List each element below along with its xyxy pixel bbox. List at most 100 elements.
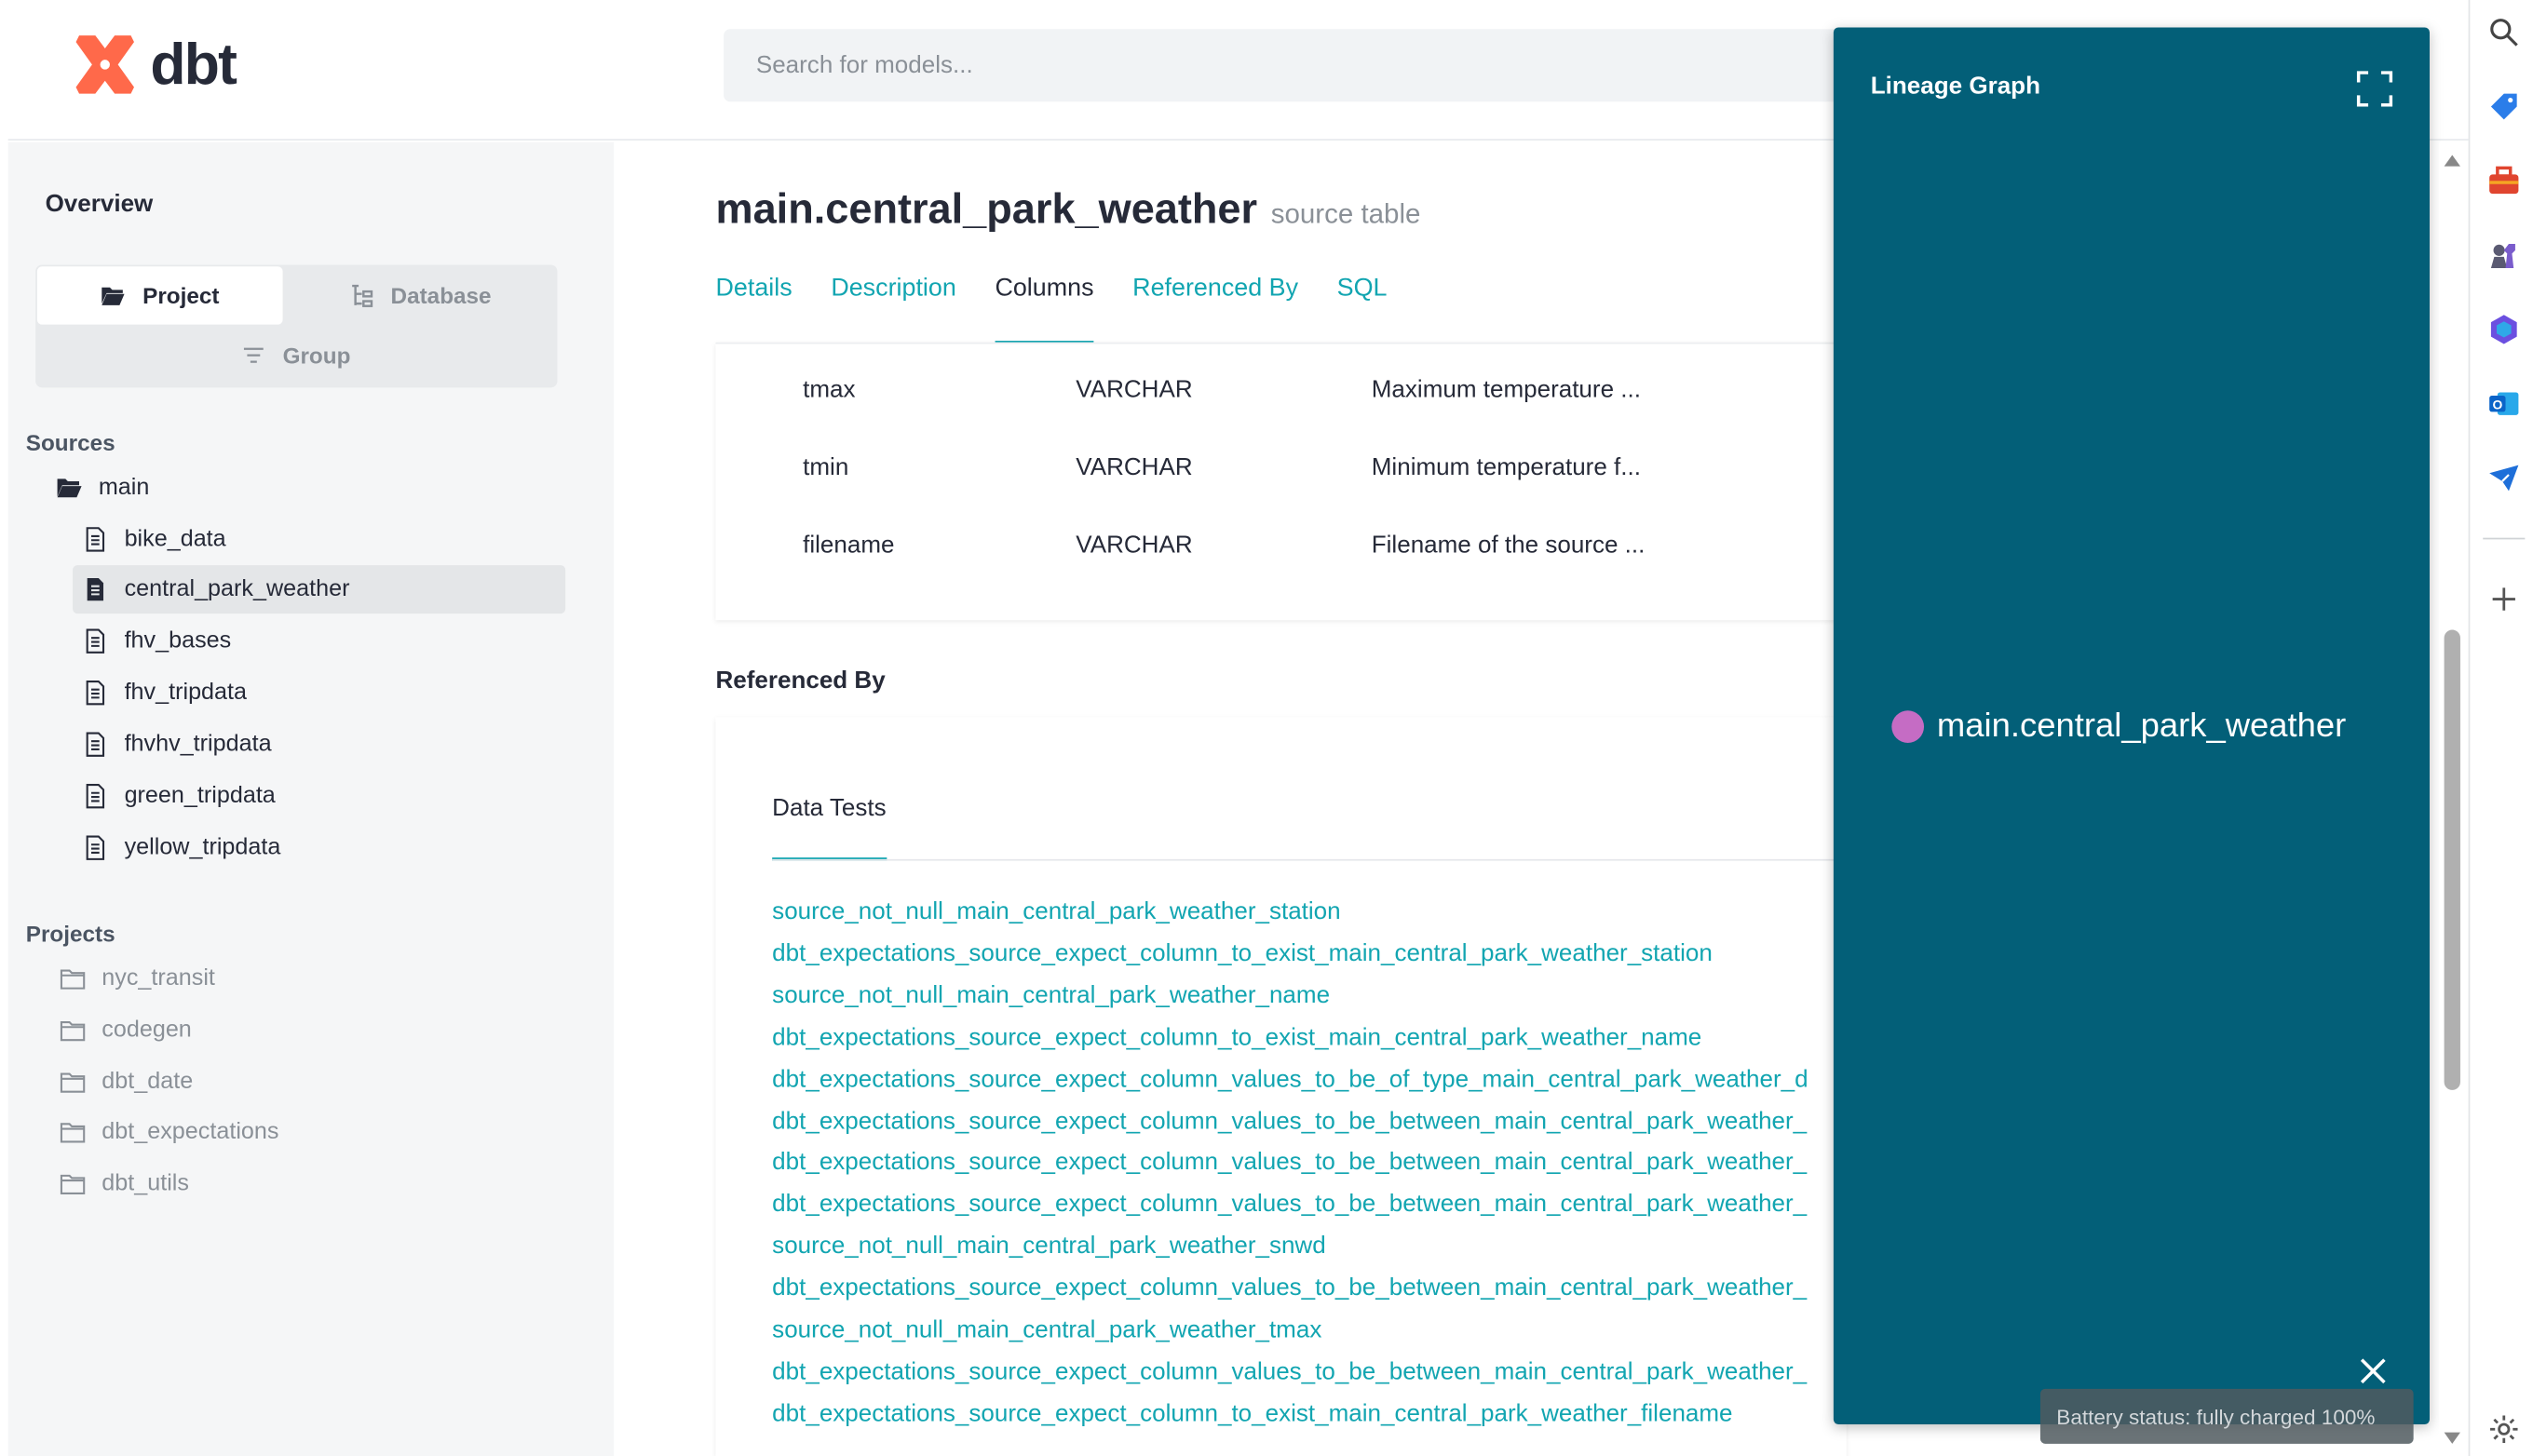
column-type: VARCHAR [1076, 531, 1193, 559]
group-view-button[interactable]: Group [37, 326, 554, 384]
tab-details[interactable]: Details [715, 275, 792, 344]
folder-open-icon [101, 283, 127, 309]
table-row[interactable]: filename VARCHAR Filename of the source … [715, 508, 1846, 586]
test-link[interactable]: dbt_expectations_source_expect_column_va… [772, 1058, 1847, 1100]
file-filled-icon [82, 576, 108, 602]
database-label: Database [390, 282, 492, 309]
test-link[interactable]: source_not_null_main_central_park_weathe… [772, 975, 1847, 1017]
project-item-nyc-transit[interactable]: nyc_transit [60, 954, 215, 1003]
filter-lines-icon [240, 343, 266, 369]
source-folder-label: main [98, 475, 150, 501]
project-item-label: dbt_date [102, 1069, 194, 1096]
source-item-fhv-tripdata[interactable]: fhv_tripdata [82, 668, 247, 717]
file-icon [82, 783, 108, 809]
source-item-fhv-bases[interactable]: fhv_bases [82, 617, 231, 666]
view-switcher: Project Database Group [35, 264, 558, 388]
dbt-logo-icon [70, 29, 141, 100]
source-folder-main[interactable]: main [57, 464, 150, 512]
test-link[interactable]: dbt_expectations_source_expect_column_va… [772, 1100, 1847, 1142]
app-root: dbt Overview Project Database [0, 0, 2533, 1456]
svg-text:O: O [2492, 398, 2502, 412]
expand-icon[interactable] [2355, 70, 2394, 109]
project-item-dbt-date[interactable]: dbt_date [60, 1058, 193, 1106]
test-link[interactable]: dbt_expectations_source_expect_column_to… [772, 1017, 1847, 1058]
project-item-label: dbt_expectations [102, 1119, 279, 1145]
test-link[interactable]: source_not_null_main_central_park_weathe… [772, 892, 1847, 934]
scrollbar-thumb[interactable] [2444, 629, 2460, 1090]
main-content: main.central_park_weather source table D… [715, 142, 1847, 1456]
send-plane-icon[interactable] [2487, 462, 2520, 494]
data-tests-list: source_not_null_main_central_park_weathe… [772, 892, 1847, 1436]
resource-type-label: source table [1270, 198, 1421, 230]
source-item-fhvhv-tripdata[interactable]: fhvhv_tripdata [82, 721, 272, 769]
test-link[interactable]: dbt_expectations_source_expect_column_va… [772, 1184, 1847, 1226]
project-item-dbt-utils[interactable]: dbt_utils [60, 1160, 189, 1208]
lineage-graph-title: Lineage Graph [1870, 73, 2040, 101]
referenced-by-card: Data Tests source_not_null_main_central_… [715, 717, 1847, 1456]
sidebar: Overview Project Database Group Sources … [7, 142, 615, 1456]
tab-referenced-by[interactable]: Referenced By [1132, 275, 1298, 344]
project-item-label: codegen [102, 1017, 192, 1044]
project-item-codegen[interactable]: codegen [60, 1006, 192, 1055]
project-item-label: dbt_utils [102, 1170, 189, 1197]
test-link[interactable]: dbt_expectations_source_expect_column_to… [772, 933, 1847, 975]
source-item-label: central_park_weather [124, 576, 350, 603]
copilot-icon[interactable] [2487, 314, 2520, 346]
tab-sql[interactable]: SQL [1337, 275, 1388, 344]
tab-columns[interactable]: Columns [995, 275, 1094, 344]
source-item-central-park-weather[interactable]: central_park_weather [73, 565, 566, 614]
tag-icon[interactable] [2487, 90, 2520, 123]
folder-icon [60, 1018, 86, 1044]
table-row[interactable]: tmax VARCHAR Maximum temperature ... [715, 354, 1846, 431]
overview-link[interactable]: Overview [46, 191, 154, 218]
source-item-yellow-tripdata[interactable]: yellow_tripdata [82, 824, 280, 872]
sources-heading: Sources [25, 429, 115, 456]
test-link[interactable]: dbt_expectations_source_expect_column_va… [772, 1352, 1847, 1394]
table-row[interactable]: tmin VARCHAR Minimum temperature f... [715, 431, 1846, 508]
close-icon[interactable] [2355, 1354, 2391, 1389]
gear-icon[interactable] [2487, 1413, 2520, 1446]
test-link[interactable]: source_not_null_main_central_park_weathe… [772, 1310, 1847, 1352]
database-view-button[interactable]: Database [286, 266, 554, 324]
group-label: Group [282, 342, 351, 369]
test-link[interactable]: dbt_expectations_source_expect_column_to… [772, 1394, 1847, 1436]
project-view-button[interactable]: Project [36, 266, 283, 325]
tab-divider [772, 858, 1847, 861]
tab-description[interactable]: Description [831, 275, 955, 344]
chess-pieces-icon[interactable] [2487, 239, 2520, 272]
folder-icon [60, 1119, 86, 1145]
column-type: VARCHAR [1076, 376, 1193, 404]
search-input[interactable] [724, 29, 1888, 102]
page-header: main.central_park_weather source table [715, 184, 1420, 235]
lineage-graph-panel: Lineage Graph main.central_park_weather [1833, 27, 2430, 1425]
project-label: Project [142, 282, 220, 309]
tab-data-tests[interactable]: Data Tests [772, 794, 887, 861]
source-item-bike-data[interactable]: bike_data [82, 515, 570, 563]
file-icon [82, 680, 108, 706]
source-item-label: fhv_bases [124, 627, 232, 654]
scroll-up-arrow-icon[interactable] [2444, 155, 2460, 167]
add-icon[interactable] [2487, 583, 2520, 615]
column-description: Filename of the source ... [1371, 531, 1646, 559]
source-item-green-tripdata[interactable]: green_tripdata [82, 772, 276, 820]
database-tree-icon [348, 283, 374, 309]
file-icon [82, 628, 108, 654]
column-description: Minimum temperature f... [1371, 453, 1641, 481]
search-icon[interactable] [2487, 16, 2520, 48]
source-item-label: fhv_tripdata [124, 680, 248, 707]
test-link[interactable]: dbt_expectations_source_expect_column_va… [772, 1142, 1847, 1184]
page-scrollbar[interactable] [2439, 142, 2466, 1456]
logo-text: dbt [150, 30, 237, 98]
test-link[interactable]: dbt_expectations_source_expect_column_va… [772, 1268, 1847, 1310]
project-item-dbt-expectations[interactable]: dbt_expectations [60, 1108, 278, 1156]
referenced-by-heading: Referenced By [715, 667, 886, 694]
lineage-node[interactable]: main.central_park_weather [1891, 708, 2346, 747]
scroll-down-arrow-icon[interactable] [2444, 1432, 2460, 1444]
dbt-logo[interactable]: dbt [70, 29, 237, 100]
outlook-icon[interactable]: O [2487, 387, 2520, 420]
column-name: tmax [803, 376, 856, 404]
columns-table: tmax VARCHAR Maximum temperature ... tmi… [715, 342, 1847, 621]
test-link[interactable]: source_not_null_main_central_park_weathe… [772, 1226, 1847, 1268]
folder-icon [60, 1069, 86, 1095]
toolbox-icon[interactable] [2487, 165, 2520, 197]
